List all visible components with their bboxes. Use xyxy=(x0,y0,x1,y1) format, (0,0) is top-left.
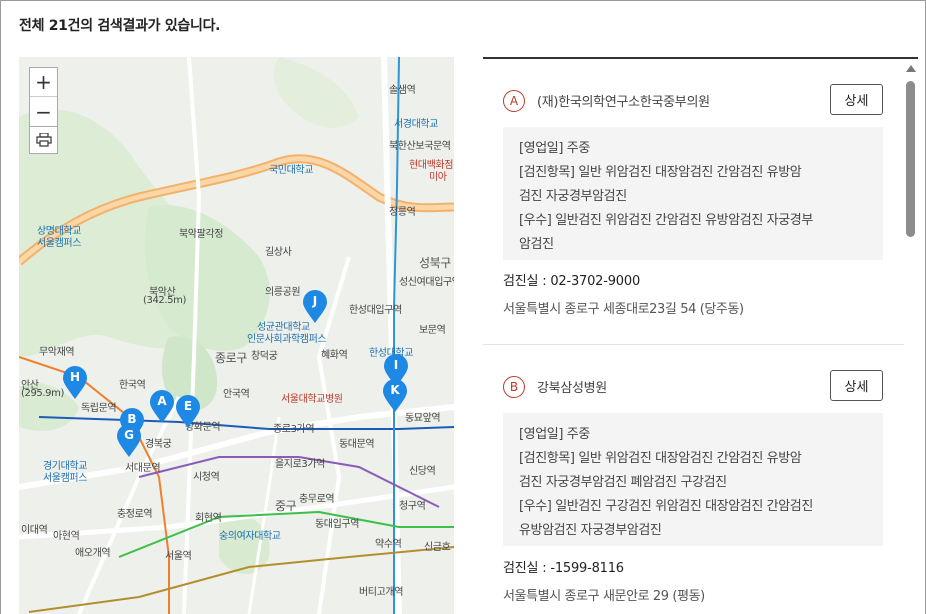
info-line: [우수] 일반검진 구강검진 위암검진 대장암검진 간암검진 xyxy=(519,499,813,514)
result-name[interactable]: 강북삼성병원 xyxy=(537,377,607,396)
info-line: [우수] 일반검진 위암검진 간암검진 유방암검진 자궁경부 xyxy=(519,213,813,228)
zoom-in-button[interactable]: + xyxy=(30,68,57,97)
map-label: 중구 xyxy=(275,499,297,513)
map-label: 길상사 xyxy=(265,247,292,258)
info-line: [검진항목] 일반 위암검진 대장암검진 간암검진 유방암 xyxy=(519,165,802,180)
map-label: 동대문역 xyxy=(339,439,375,450)
map-label: 종로구 xyxy=(215,351,247,365)
result-address: 서울특별시 종로구 새문안로 29 (평동) xyxy=(503,589,705,604)
map-label: 동대입구역 xyxy=(315,519,360,530)
map-label: 서울역 xyxy=(165,551,192,562)
result-item: A (재)한국의학연구소한국중부의원 상세 [영업일] 주중 [검진항목] 일반… xyxy=(483,59,904,345)
map-label: 보문역 xyxy=(419,325,446,336)
map-label: 신당역 xyxy=(409,466,436,477)
map-label: 애오개역 xyxy=(75,548,111,559)
zoom-out-button[interactable]: − xyxy=(30,97,57,126)
map-label: 무악재역 xyxy=(39,347,75,358)
result-phone: 검진실 : 02-3702-9000 xyxy=(503,274,641,289)
result-name[interactable]: (재)한국의학연구소한국중부의원 xyxy=(537,91,710,110)
map-label: 서대문역 xyxy=(125,463,161,474)
result-marker: B xyxy=(503,376,525,398)
map-label: 미아 xyxy=(429,172,447,183)
info-line: [영업일] 주중 xyxy=(519,141,590,156)
zoom-control: + − xyxy=(29,67,58,127)
detail-button[interactable]: 상세 xyxy=(830,370,883,401)
result-address: 서울특별시 종로구 세종대로23길 54 (당주동) xyxy=(503,302,744,317)
map-label: 서울캠퍼스 xyxy=(43,473,88,484)
map-label: 청구역 xyxy=(399,501,426,512)
map-label: 서경대학교 xyxy=(394,119,439,130)
info-line: 암검진 xyxy=(519,237,554,252)
map-label: 성신여대입구역 xyxy=(399,277,454,288)
result-header: B 강북삼성병원 상세 xyxy=(503,370,883,401)
map-label: 성북구 xyxy=(419,256,451,270)
map-label: 솔샘역 xyxy=(389,85,416,96)
result-marker: A xyxy=(503,90,525,112)
map-label: 이대역 xyxy=(21,525,48,536)
zoom-out-icon: − xyxy=(35,99,52,124)
info-line: 유방암검진 자궁경부암검진 xyxy=(519,523,662,538)
map-label: 충무로역 xyxy=(299,494,335,505)
map-label: 서울대학교병원 xyxy=(281,394,343,405)
map-label: 인문사회과학캠퍼스 xyxy=(247,334,327,345)
map-label: 창덕궁 xyxy=(251,351,278,362)
map-label: 종로3가역 xyxy=(273,424,315,435)
map-label: 아현역 xyxy=(53,531,80,542)
result-list[interactable]: A (재)한국의학연구소한국중부의원 상세 [영업일] 주중 [검진항목] 일반… xyxy=(483,59,904,614)
info-line: 검진 자궁경부암검진 xyxy=(519,189,627,204)
map-label: 서울캠퍼스 xyxy=(37,238,82,249)
map-label: 충정로역 xyxy=(117,509,153,520)
map-label: 독립문역 xyxy=(81,403,117,414)
map-label: 경복궁 xyxy=(145,439,172,450)
print-button[interactable] xyxy=(29,126,58,154)
map-label: 한성대입구역 xyxy=(349,305,402,316)
map-view[interactable]: 솔샘역 서경대학교 북한산보국문역 현대백화점 미아 국민대학교 정릉역 성신여… xyxy=(19,57,454,614)
map-label: 한국역 xyxy=(119,380,146,391)
map-pin-h[interactable]: H xyxy=(63,366,87,400)
map-label: 신금호 xyxy=(424,542,451,553)
search-summary: 전체 21건의 검색결과가 있습니다. xyxy=(19,18,221,34)
result-info-box: [영업일] 주중 [검진항목] 일반 위암검진 대장암검진 간암검진 유방암 검… xyxy=(503,413,883,546)
info-line: [검진항목] 일반 위암검진 대장암검진 간암검진 유방암 xyxy=(519,451,802,466)
map-label: 혜화역 xyxy=(321,350,348,361)
map-pin-k[interactable]: K xyxy=(383,379,407,413)
map-label: 을지로3가역 xyxy=(275,459,325,470)
scroll-up-icon[interactable] xyxy=(906,65,916,72)
map-label: 국민대학교 xyxy=(269,165,314,176)
list-scrollbar[interactable] xyxy=(904,59,918,614)
map-label: 동묘앞역 xyxy=(405,413,441,424)
map-pin-g[interactable]: G xyxy=(117,424,141,458)
print-icon xyxy=(35,133,52,147)
map-pin-j[interactable]: J xyxy=(303,290,327,324)
map-label: (295.9m) xyxy=(21,388,64,399)
map-pin-a[interactable]: A xyxy=(150,390,174,424)
result-phone: 검진실 : -1599-8116 xyxy=(503,561,624,576)
result-item: B 강북삼성병원 상세 [영업일] 주중 [검진항목] 일반 위암검진 대장암검… xyxy=(483,345,904,614)
map-label: 북악팔각정 xyxy=(179,229,224,240)
map-label: 숭의여자대학교 xyxy=(219,531,281,542)
map-label: 정릉역 xyxy=(389,207,416,218)
map-label: 약수역 xyxy=(375,539,402,550)
map-label: 의릉공원 xyxy=(265,287,301,298)
result-header: A (재)한국의학연구소한국중부의원 상세 xyxy=(503,84,883,115)
map-label: 회현역 xyxy=(195,513,222,524)
info-line: 검진 자궁경부암검진 폐암검진 구강검진 xyxy=(519,475,727,490)
map-label: 북한산보국문역 xyxy=(389,141,451,152)
result-info-box: [영업일] 주중 [검진항목] 일반 위암검진 대장암검진 간암검진 유방암 검… xyxy=(503,127,883,260)
map-label: 시청역 xyxy=(193,472,220,483)
map-pin-e[interactable]: E xyxy=(176,395,200,429)
detail-button[interactable]: 상세 xyxy=(830,84,883,115)
scroll-thumb[interactable] xyxy=(906,81,915,237)
map-label: 버티고개역 xyxy=(359,587,404,598)
zoom-in-icon: + xyxy=(35,70,52,94)
map-label: (342.5m) xyxy=(143,295,186,306)
map-label: 안국역 xyxy=(223,389,250,400)
info-line: [영업일] 주중 xyxy=(519,427,590,442)
